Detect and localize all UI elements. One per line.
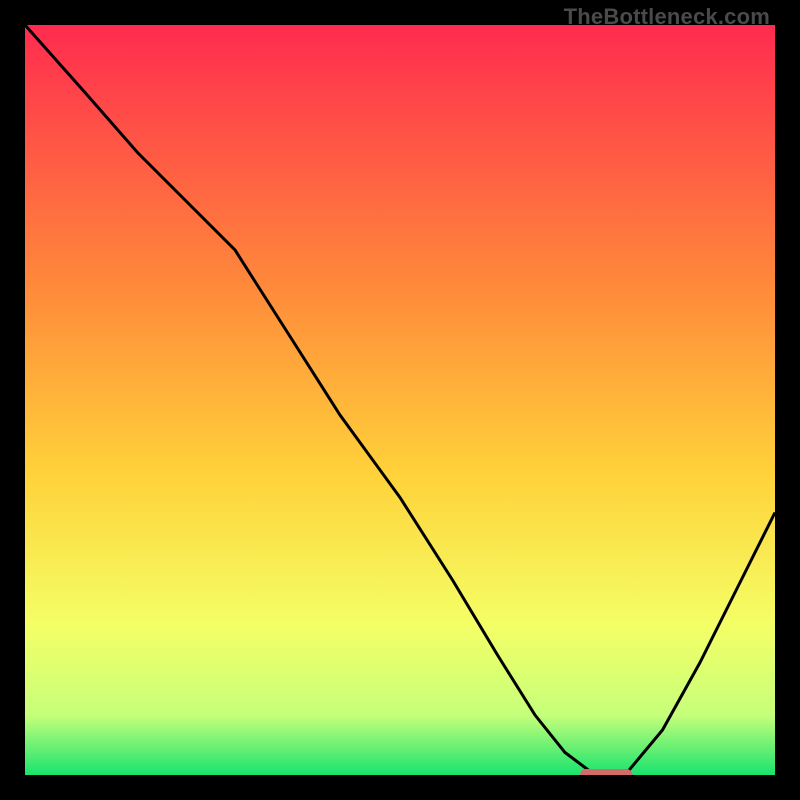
gradient-background [25, 25, 775, 775]
watermark-text: TheBottleneck.com [564, 4, 770, 30]
optimal-marker [580, 769, 633, 775]
chart-frame [25, 25, 775, 775]
chart-svg [25, 25, 775, 775]
